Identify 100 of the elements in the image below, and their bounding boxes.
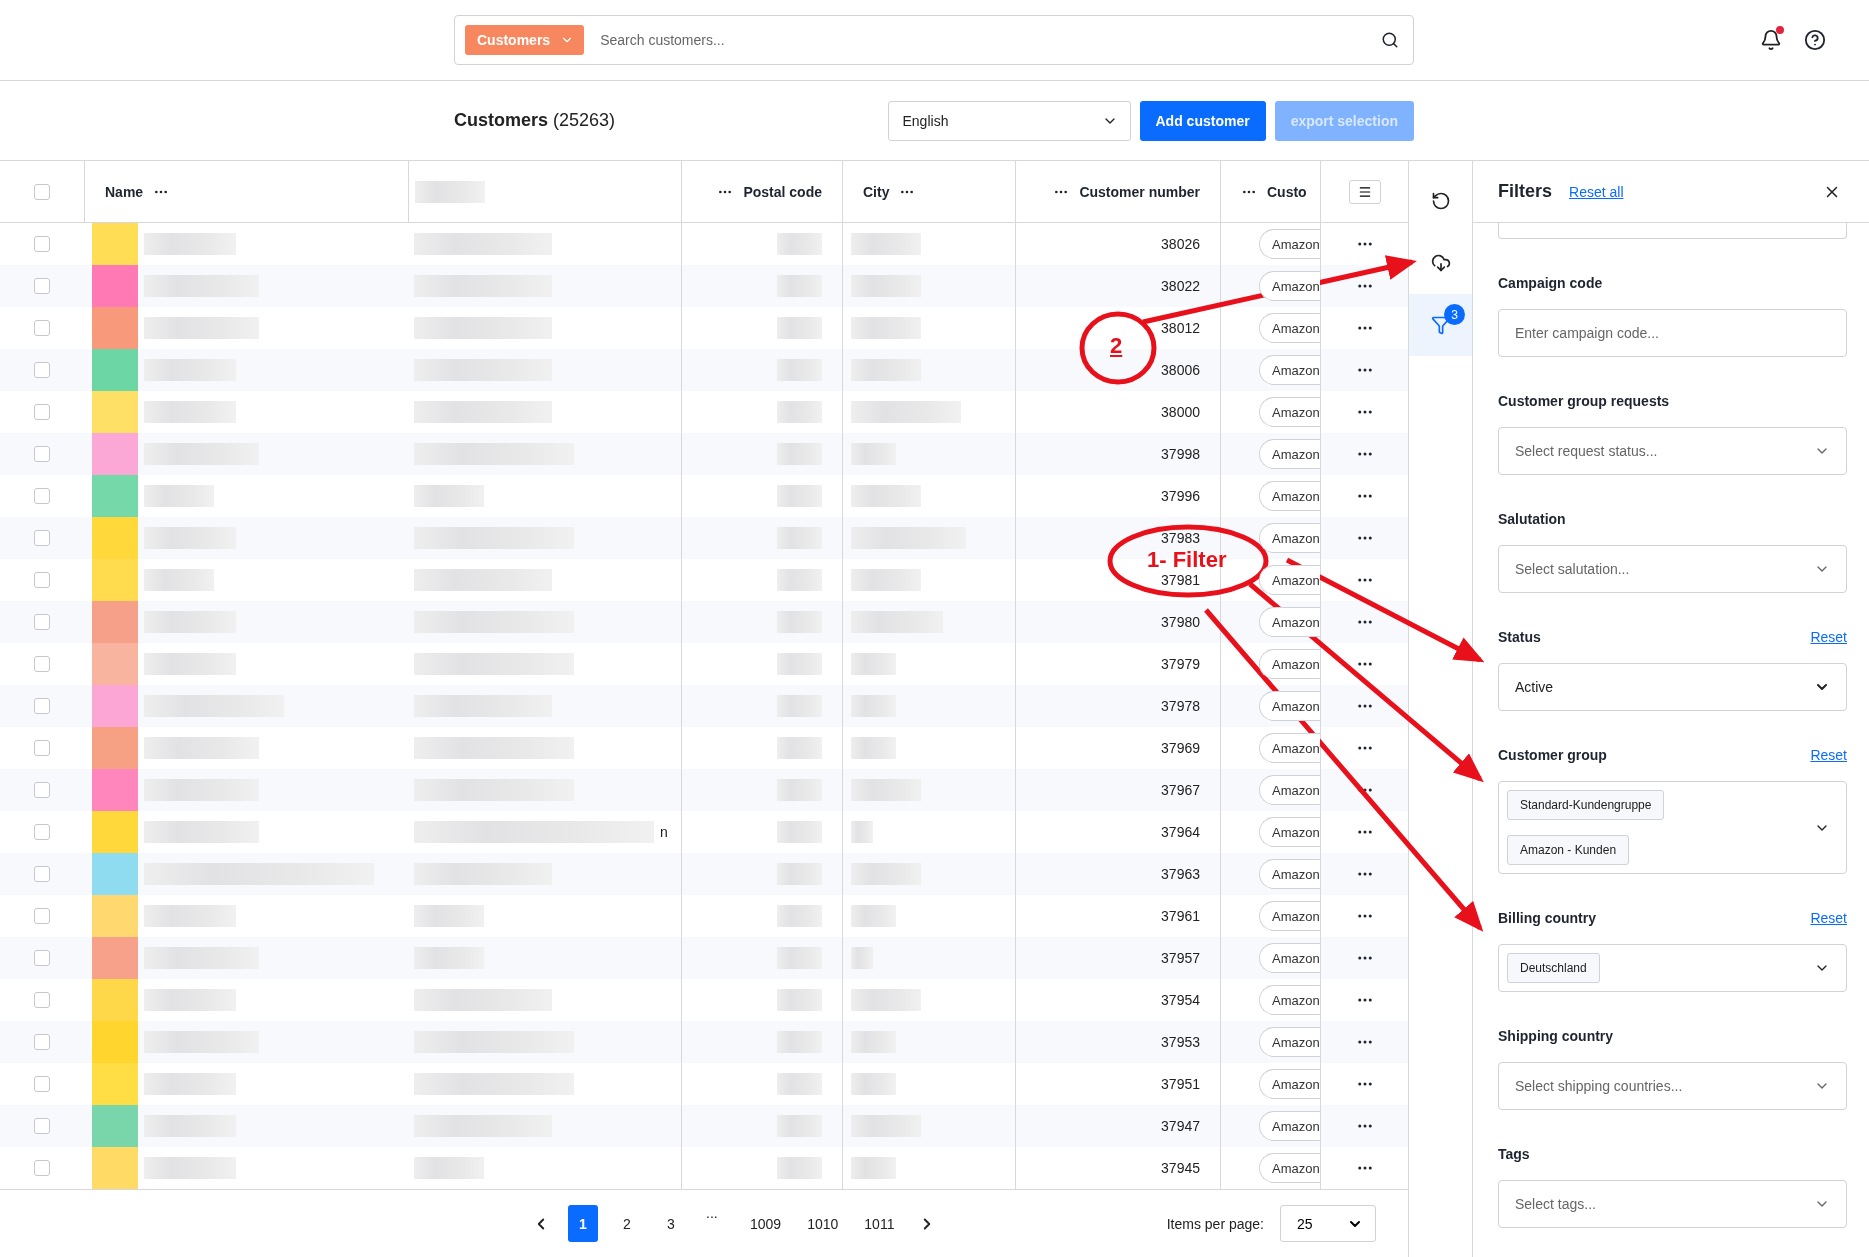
- redacted-text: [851, 233, 921, 255]
- customer-number: 37954: [1161, 992, 1200, 1008]
- customer-number: 37951: [1161, 1076, 1200, 1092]
- checkbox[interactable]: [34, 866, 50, 882]
- group-chip: Amazon: [1259, 901, 1320, 931]
- redacted-text: [414, 485, 484, 507]
- help-icon[interactable]: [1804, 29, 1826, 51]
- column-header: Custo: [1267, 183, 1307, 200]
- checkbox[interactable]: [34, 488, 50, 504]
- group-chip: Amazon: [1259, 943, 1320, 973]
- group-chip: Amazon: [1259, 271, 1320, 301]
- redacted-text: [777, 1115, 822, 1137]
- checkbox[interactable]: [34, 1034, 50, 1050]
- redacted-text: [777, 611, 822, 633]
- page-button[interactable]: 1: [568, 1205, 598, 1242]
- reset-link[interactable]: Reset: [1810, 629, 1847, 645]
- field-label: Salutation: [1498, 511, 1566, 527]
- group-chip: Amazon: [1259, 817, 1320, 847]
- reset-link[interactable]: Reset: [1810, 910, 1847, 926]
- selected-chip: Deutschland: [1507, 953, 1600, 983]
- redacted-text: [777, 527, 822, 549]
- checkbox[interactable]: [34, 446, 50, 462]
- search-icon[interactable]: [1381, 31, 1399, 49]
- page-ellipsis: ...: [705, 1205, 719, 1223]
- checkbox[interactable]: [34, 1118, 50, 1134]
- checkbox[interactable]: [34, 362, 50, 378]
- page-button[interactable]: 2: [612, 1205, 642, 1242]
- checkbox[interactable]: [34, 278, 50, 294]
- checkbox[interactable]: [34, 614, 50, 630]
- checkbox[interactable]: [34, 530, 50, 546]
- field-label: Tags: [1498, 1146, 1530, 1162]
- customer-number: 37945: [1161, 1160, 1200, 1176]
- annotation-label: 1- Filter: [1147, 547, 1227, 573]
- select-field[interactable]: Select shipping countries...: [1498, 1062, 1847, 1110]
- group-chip: Amazon: [1259, 607, 1320, 637]
- checkbox[interactable]: [34, 992, 50, 1008]
- group-chip: Amazon: [1259, 397, 1320, 427]
- group-chip: Amazon: [1259, 229, 1320, 259]
- checkbox[interactable]: [34, 183, 50, 200]
- text-field[interactable]: [1498, 223, 1847, 239]
- notifications-button[interactable]: [1760, 29, 1782, 51]
- redacted-text: [777, 359, 822, 381]
- redacted-text: [851, 863, 921, 885]
- checkbox[interactable]: [34, 1160, 50, 1176]
- field-label: Customer group: [1498, 747, 1607, 763]
- column-menu-button[interactable]: [1348, 179, 1381, 204]
- redacted-text: [777, 401, 822, 423]
- column-header: City: [863, 183, 890, 200]
- page-button[interactable]: 3: [656, 1205, 686, 1242]
- redacted-text: [851, 947, 873, 969]
- select-field[interactable]: Select salutation...: [1498, 545, 1847, 593]
- redacted-text: [777, 653, 822, 675]
- redacted-text: [777, 443, 822, 465]
- checkbox[interactable]: [34, 404, 50, 420]
- select-field[interactable]: Select tags...: [1498, 1180, 1847, 1228]
- select-field[interactable]: Select request status...: [1498, 427, 1847, 475]
- redacted-text: [777, 905, 822, 927]
- reset-link[interactable]: Reset: [1810, 747, 1847, 763]
- customer-number: 37953: [1161, 1034, 1200, 1050]
- checkbox[interactable]: [34, 656, 50, 672]
- undo-icon: [1430, 191, 1451, 211]
- checkbox[interactable]: [34, 698, 50, 714]
- redacted-text: [851, 653, 896, 675]
- page-button[interactable]: 1011: [858, 1205, 901, 1242]
- checkbox[interactable]: [34, 950, 50, 966]
- checkbox[interactable]: [34, 782, 50, 798]
- customer-number: 38000: [1161, 404, 1200, 420]
- page-button[interactable]: 1009: [744, 1205, 788, 1242]
- redacted-text: [777, 1073, 822, 1095]
- redacted-text: [777, 779, 822, 801]
- field-label: Shipping country: [1498, 1028, 1614, 1044]
- text-field[interactable]: Enter campaign code...: [1498, 309, 1847, 357]
- group-chip: Amazon: [1259, 649, 1320, 679]
- items-per-page-label: Items per page:: [1166, 1215, 1264, 1232]
- checkbox[interactable]: [34, 824, 50, 840]
- multi-select-field[interactable]: Standard-Kundengruppe Amazon - Kunden: [1498, 781, 1847, 874]
- checkbox[interactable]: [34, 908, 50, 924]
- field-label: Campaign code: [1498, 275, 1603, 291]
- checkbox[interactable]: [34, 320, 50, 336]
- add-customer-button[interactable]: Add customer: [1139, 100, 1266, 141]
- redacted-text: [414, 905, 484, 927]
- checkbox[interactable]: [34, 740, 50, 756]
- redacted-text: [144, 569, 214, 591]
- customer-number: 37981: [1161, 572, 1200, 588]
- redacted-text: [777, 989, 822, 1011]
- redacted-text: [851, 905, 896, 927]
- items-per-page-select[interactable]: 25: [1280, 1205, 1376, 1242]
- checkbox[interactable]: [34, 1076, 50, 1092]
- group-chip: Amazon: [1259, 775, 1320, 805]
- panel-title: Filters: [1498, 181, 1553, 202]
- multi-select-field[interactable]: Deutschland: [1498, 944, 1847, 992]
- page-button[interactable]: 1010: [801, 1205, 845, 1242]
- checkbox[interactable]: [34, 236, 50, 252]
- redacted-text: [777, 1157, 822, 1179]
- filter-button[interactable]: 3: [1409, 294, 1472, 356]
- select-field[interactable]: Active: [1498, 663, 1847, 711]
- reset-all-link[interactable]: Reset all: [1569, 183, 1624, 200]
- checkbox[interactable]: [34, 572, 50, 588]
- language-select[interactable]: English: [887, 100, 1131, 141]
- cloud-download-icon: [1430, 253, 1451, 273]
